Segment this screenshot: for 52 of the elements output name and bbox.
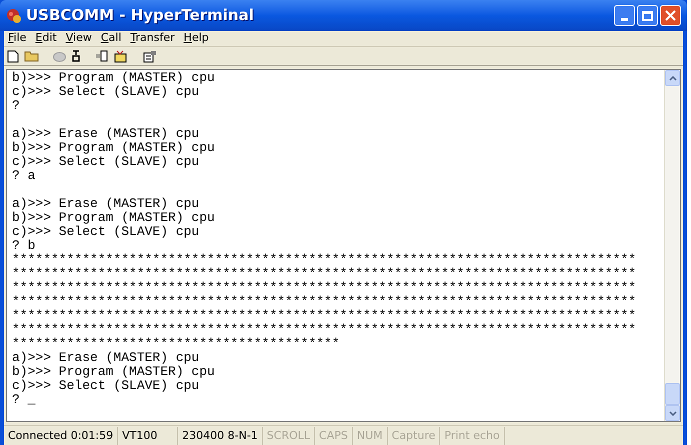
status-field: NUM — [352, 426, 388, 444]
minimize-button[interactable] — [614, 5, 635, 26]
menu-item[interactable]: Edit — [35, 30, 57, 47]
receive-file-icon[interactable] — [114, 50, 128, 62]
terminal-line: ******************************************************************************** — [12, 253, 638, 267]
terminal-line: ****************************************** — [12, 337, 341, 351]
terminal-line: b)>>> Program (MASTER) cpu — [12, 365, 216, 379]
terminal-line: a)>>> Erase (MASTER) cpu — [12, 351, 200, 365]
menu-item[interactable]: Transfer — [130, 30, 175, 47]
terminal-line: c)>>> Select (SLAVE) cpu — [12, 379, 200, 393]
app-icon — [6, 8, 22, 24]
scroll-down-icon[interactable] — [668, 410, 676, 416]
terminal-line: ******************************************************************************** — [12, 281, 638, 295]
terminal-line: c)>>> Select (SLAVE) cpu — [12, 155, 200, 169]
terminal-line: ******************************************************************************** — [12, 267, 638, 281]
terminal-line: ? a — [12, 169, 36, 183]
terminal-line: ******************************************************************************** — [12, 309, 638, 323]
send-file-icon[interactable] — [95, 50, 109, 62]
menu-item[interactable]: Call — [100, 30, 122, 47]
terminal-line: b)>>> Program (MASTER) cpu — [12, 141, 216, 155]
status-field: CAPS — [315, 426, 353, 444]
terminal-line: ******************************************************************************** — [12, 323, 638, 337]
close-icon — [665, 10, 676, 21]
phone-hangup-icon[interactable] — [71, 49, 81, 63]
window-title: USBCOMM - HyperTerminal — [26, 5, 254, 26]
status-field: Capture — [388, 426, 440, 444]
terminal-line: a)>>> Erase (MASTER) cpu — [12, 197, 200, 211]
new-document-icon[interactable] — [7, 50, 19, 62]
scrollbar-thumb[interactable] — [665, 383, 680, 405]
properties-icon[interactable] — [143, 50, 157, 62]
vertical-scrollbar[interactable] — [664, 70, 680, 421]
folder-icon[interactable] — [24, 50, 39, 62]
menu-item[interactable]: Help — [184, 30, 209, 47]
status-field: SCROLL — [262, 426, 316, 444]
scroll-up-icon[interactable] — [668, 76, 676, 80]
menu-item[interactable]: File — [8, 30, 26, 47]
terminal-line: ? b — [12, 239, 36, 253]
terminal-line: a)>>> Erase (MASTER) cpu — [12, 127, 200, 141]
status-field: VT100 — [118, 426, 178, 444]
status-field: Connected 0:01:59 — [4, 426, 118, 444]
terminal-line: ? _ — [12, 393, 36, 407]
terminal-line: c)>>> Select (SLAVE) cpu — [12, 85, 200, 99]
close-button[interactable] — [660, 5, 681, 26]
terminal-line: b)>>> Program (MASTER) cpu — [12, 211, 216, 225]
status-field: 230400 8-N-1 — [178, 426, 263, 444]
menu-item[interactable]: View — [66, 30, 92, 47]
terminal-line: ? — [12, 99, 21, 113]
status-field: Print echo — [440, 426, 505, 444]
terminal-line: b)>>> Program (MASTER) cpu — [12, 71, 216, 85]
maximize-button[interactable] — [637, 5, 658, 26]
terminal-line: ******************************************************************************** — [12, 295, 638, 309]
terminal-line: c)>>> Select (SLAVE) cpu — [12, 225, 200, 239]
